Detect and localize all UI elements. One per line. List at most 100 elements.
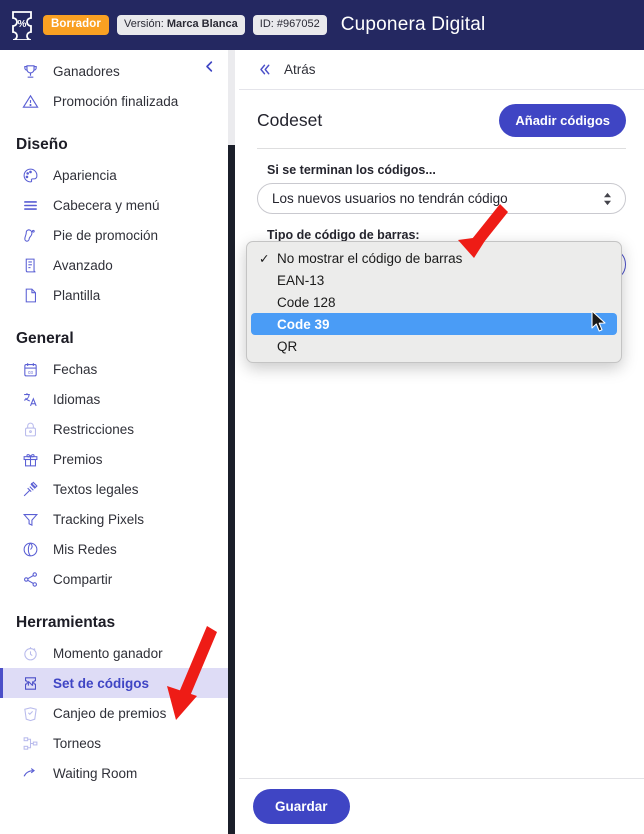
waiting-room-icon	[21, 764, 40, 783]
sidebar-item-tracking-pixels[interactable]: Tracking Pixels	[0, 504, 232, 534]
dropdown-option-label: No mostrar el código de barras	[277, 250, 463, 266]
sidebar-item-label: Compartir	[53, 571, 113, 587]
sidebar-item-label: Restricciones	[53, 421, 135, 437]
dropdown-option-ean13[interactable]: EAN-13	[251, 269, 617, 291]
translate-icon	[21, 390, 40, 409]
page-title: Cuponera Digital	[340, 14, 486, 35]
network-globe-icon	[21, 540, 40, 559]
gift-icon	[21, 450, 40, 469]
sidebar-item-compartir[interactable]: Compartir	[0, 564, 232, 594]
stepper-updown-icon	[603, 192, 612, 206]
check-icon: ✓	[259, 251, 270, 266]
dropdown-option-no-barcode[interactable]: ✓ No mostrar el código de barras	[251, 247, 617, 269]
sidebar-item-label: Canjeo de premios	[53, 705, 167, 721]
trophy-icon	[21, 62, 40, 81]
stopwatch-icon	[21, 644, 40, 663]
dropdown-option-qr[interactable]: QR	[251, 335, 617, 357]
version-prefix: Versión:	[124, 18, 167, 30]
sidebar-item-mis-redes[interactable]: Mis Redes	[0, 534, 232, 564]
page-icon	[21, 286, 40, 305]
sidebar-item-plantilla[interactable]: Plantilla	[0, 280, 232, 310]
calendar-icon: 03	[21, 360, 40, 379]
scroll-document-icon	[21, 256, 40, 275]
codes-exhausted-label: Si se terminan los códigos...	[267, 163, 436, 177]
dropdown-option-label: EAN-13	[277, 272, 325, 288]
dropdown-option-code128[interactable]: Code 128	[251, 291, 617, 313]
sidebar-scroll-content: Ganadores Promoción finalizada Diseño Ap…	[0, 50, 232, 792]
palette-icon	[21, 166, 40, 185]
top-bar: % Borrador Versión: Marca Blanca ID: #96…	[0, 0, 644, 50]
sidebar-item-label: Tracking Pixels	[53, 511, 145, 527]
back-bar[interactable]: Atrás	[239, 50, 644, 90]
barcode-type-label: Tipo de código de barras:	[267, 228, 420, 242]
sidebar-item-label: Cabecera y menú	[53, 197, 160, 213]
svg-text:03: 03	[28, 369, 33, 374]
sidebar-item-label: Set de códigos	[53, 675, 150, 691]
sidebar-item-avanzado[interactable]: Avanzado	[0, 250, 232, 280]
sidebar-section-diseno: Diseño	[16, 136, 68, 153]
sidebar-item-label: Ganadores	[53, 63, 120, 79]
main-panel: Atrás Codeset Añadir códigos Si se termi…	[239, 50, 644, 834]
lock-icon	[21, 420, 40, 439]
dropdown-option-code39[interactable]: Code 39	[251, 313, 617, 335]
funnel-icon	[21, 510, 40, 529]
save-button[interactable]: Guardar	[253, 789, 350, 824]
svg-text:%: %	[18, 19, 27, 30]
sidebar-item-label: Idiomas	[53, 391, 101, 407]
add-codes-button[interactable]: Añadir códigos	[499, 104, 626, 137]
version-value: Marca Blanca	[166, 18, 238, 30]
codeset-title: Codeset	[257, 110, 323, 130]
sidebar-item-canjeo-de-premios[interactable]: Canjeo de premios	[0, 698, 232, 728]
sidebar-scrollbar-thumb[interactable]	[228, 145, 235, 834]
sidebar-item-pie-de-promocion[interactable]: Pie de promoción	[0, 220, 232, 250]
redeem-icon	[21, 704, 40, 723]
sidebar-item-label: Promoción finalizada	[53, 93, 179, 109]
barcode-type-dropdown[interactable]: ✓ No mostrar el código de barras EAN-13 …	[246, 241, 622, 363]
back-label: Atrás	[284, 62, 316, 77]
sidebar-item-set-de-codigos[interactable]: Set de códigos	[0, 668, 232, 698]
sidebar: Ganadores Promoción finalizada Diseño Ap…	[0, 50, 233, 834]
sidebar-item-cabecera-y-menu[interactable]: Cabecera y menú	[0, 190, 232, 220]
sidebar-item-label: Avanzado	[53, 257, 113, 273]
dropdown-option-label: Code 128	[277, 294, 336, 310]
sidebar-item-promocion-finalizada[interactable]: Promoción finalizada	[0, 86, 232, 116]
sidebar-item-textos-legales[interactable]: Textos legales	[0, 474, 232, 504]
coupon-percent-icon[interactable]: %	[9, 9, 35, 41]
sidebar-item-torneos[interactable]: Torneos	[0, 728, 232, 758]
dropdown-option-label: Code 39	[277, 316, 330, 332]
codes-exhausted-select[interactable]: Los nuevos usuarios no tendrán código	[257, 183, 626, 214]
dropdown-option-label: QR	[277, 338, 298, 354]
version-badge: Versión: Marca Blanca	[117, 15, 245, 35]
sidebar-item-premios[interactable]: Premios	[0, 444, 232, 474]
gavel-icon	[21, 480, 40, 499]
share-icon	[21, 570, 40, 589]
warning-triangle-icon	[21, 92, 40, 111]
sidebar-item-apariencia[interactable]: Apariencia	[0, 160, 232, 190]
sidebar-item-fechas[interactable]: 03 Fechas	[0, 354, 232, 384]
sidebar-item-label: Momento ganador	[53, 645, 163, 661]
sidebar-section-herramientas: Herramientas	[16, 614, 116, 631]
sidebar-item-label: Pie de promoción	[53, 227, 159, 243]
sidebar-item-label: Fechas	[53, 361, 98, 377]
sidebar-section-general: General	[16, 330, 74, 347]
promotion-id-badge: ID: #967052	[252, 15, 327, 35]
sidebar-item-label: Textos legales	[53, 481, 139, 497]
sidebar-item-waiting-room[interactable]: Waiting Room	[0, 758, 232, 788]
sidebar-item-restricciones[interactable]: Restricciones	[0, 414, 232, 444]
sidebar-item-label: Premios	[53, 451, 103, 467]
codes-exhausted-value: Los nuevos usuarios no tendrán código	[272, 191, 508, 206]
panel-footer: Guardar	[239, 778, 644, 834]
status-badge: Borrador	[43, 14, 110, 36]
sidebar-collapse-button[interactable]	[198, 58, 220, 80]
sidebar-item-label: Torneos	[53, 735, 102, 751]
sidebar-item-label: Plantilla	[53, 287, 101, 303]
sidebar-item-label: Apariencia	[53, 167, 117, 183]
app-window: % Borrador Versión: Marca Blanca ID: #96…	[0, 0, 644, 834]
sidebar-item-label: Mis Redes	[53, 541, 117, 557]
double-chevron-left-icon	[256, 61, 273, 78]
sidebar-item-idiomas[interactable]: Idiomas	[0, 384, 232, 414]
coupon-icon	[21, 674, 40, 693]
sidebar-item-label: Waiting Room	[53, 765, 138, 781]
sidebar-item-momento-ganador[interactable]: Momento ganador	[0, 638, 232, 668]
panel-header-row: Codeset Añadir códigos	[257, 104, 626, 149]
